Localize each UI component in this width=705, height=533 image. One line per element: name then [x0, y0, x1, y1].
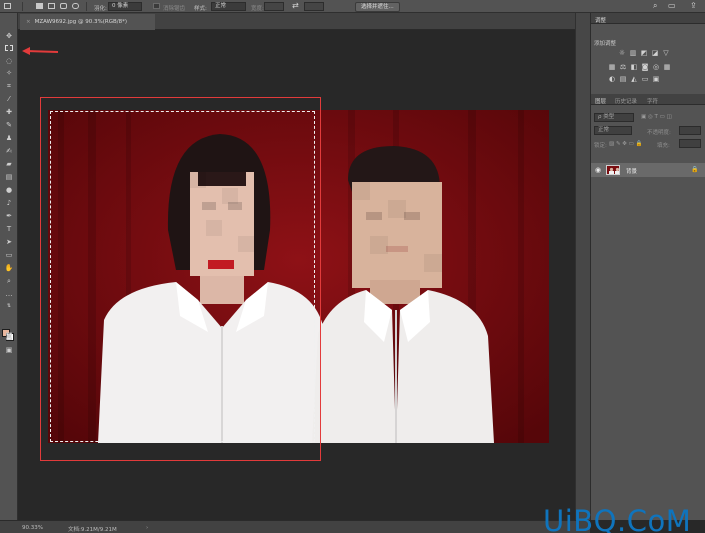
layers-panel-header: 图层 历史记录 字符	[591, 94, 705, 105]
invert-icon[interactable]: ◐	[608, 76, 616, 83]
history-brush-icon[interactable]: ✍	[3, 146, 15, 156]
style-label: 样式:	[194, 5, 207, 12]
posterize-icon[interactable]: ▤	[619, 76, 627, 83]
tab-character[interactable]: 字符	[647, 97, 658, 105]
feather-input[interactable]: 0 像素	[108, 2, 142, 11]
blend-mode-select[interactable]: 正常	[594, 126, 632, 135]
brush-tool-icon[interactable]: ✎	[3, 120, 15, 130]
color-lookup-icon[interactable]: ▦	[663, 64, 671, 71]
magic-wand-icon[interactable]: ✧	[3, 68, 15, 78]
blur-tool-icon[interactable]: ●	[3, 185, 15, 195]
new-selection-icon[interactable]	[36, 3, 43, 9]
search-icon[interactable]: ⌕	[653, 1, 657, 11]
layer-kind-filter[interactable]: ρ 类型	[594, 113, 634, 122]
tools-panel: ✥ ◌ ✧ ⌗ ⁄ ✚ ✎ ♟ ✍ ▰ ▤ ● ♪ ✒ T ➤ ▭ ✋ ⌕ … …	[0, 13, 18, 520]
dodge-tool-icon[interactable]: ♪	[3, 198, 15, 208]
more-tools-icon[interactable]: …	[3, 289, 15, 299]
curves-icon[interactable]: ◩	[640, 50, 648, 57]
zoom-level[interactable]: 90.33%	[22, 525, 43, 531]
hue-saturation-icon[interactable]: ▦	[608, 64, 616, 71]
divider	[22, 2, 23, 11]
add-adjustment-label: 添加调整	[594, 41, 617, 47]
width-input[interactable]	[264, 2, 284, 11]
document-tab-title: MZAW9692.jpg @ 90.3%(RGB/8*)	[34, 19, 127, 25]
type-tool-icon[interactable]: T	[3, 224, 15, 234]
zoom-tool-icon[interactable]: ⌕	[3, 276, 15, 286]
antialias-checkbox[interactable]	[153, 3, 160, 9]
opacity-input[interactable]	[679, 126, 701, 135]
eyedropper-icon[interactable]: ⁄	[3, 94, 15, 104]
lock-label: 锁定:	[594, 143, 607, 149]
layer-row-background[interactable]: ◉ 背景 🔒	[591, 163, 705, 177]
status-bar: 90.33% 文档:9.21M/9.21M ›	[0, 520, 590, 533]
adjustments-panel-header: 调整	[591, 13, 705, 24]
options-bar: 羽化: 0 像素 消除锯齿 样式: 正常 宽度: ⇄ 选择并遮住... ⌕ ▭ …	[0, 0, 705, 13]
layer-thumbnail	[606, 165, 620, 175]
lock-icons[interactable]: ▨ ✎ ✥ ▭ 🔒	[609, 141, 642, 147]
filter-icons[interactable]: ▣ ◎ T ▭ ◫	[641, 114, 672, 120]
fill-input[interactable]	[679, 139, 701, 148]
move-tool-icon[interactable]: ✥	[3, 31, 15, 41]
channel-mixer-icon[interactable]: ◎	[652, 64, 660, 71]
clone-stamp-icon[interactable]: ♟	[3, 133, 15, 143]
workspace-icon[interactable]: ▭	[668, 1, 676, 11]
intersect-selection-icon[interactable]	[72, 3, 79, 9]
marquee-tool-icon[interactable]	[3, 43, 15, 53]
height-input[interactable]	[304, 2, 324, 11]
document-tab[interactable]: × MZAW9692.jpg @ 90.3%(RGB/8*)	[20, 14, 155, 30]
tab-layers[interactable]: 图层	[595, 97, 606, 105]
swap-icon[interactable]: ⇄	[292, 1, 299, 11]
eraser-icon[interactable]: ▰	[3, 159, 15, 169]
levels-icon[interactable]: ▥	[629, 50, 637, 57]
right-panels: 调整 添加调整 ☼ ▥ ◩ ◪ ▽ ▦ ⚖ ◧ ◙ ◎ ▦ ◐ ▤ ◭ ▭ ▣ …	[590, 13, 705, 520]
fill-label: 填充:	[657, 143, 670, 149]
quick-mask-icon[interactable]: ◙	[3, 331, 15, 341]
rect-marquee-preset-icon[interactable]	[4, 3, 11, 9]
subtract-selection-icon[interactable]	[60, 3, 67, 9]
photo-filter-icon[interactable]: ◙	[641, 64, 649, 71]
collapsed-panel-strip	[575, 13, 590, 520]
exposure-icon[interactable]: ◪	[651, 50, 659, 57]
add-to-selection-icon[interactable]	[48, 3, 55, 9]
black-white-icon[interactable]: ◧	[630, 64, 638, 71]
vibrance-icon[interactable]: ▽	[662, 50, 670, 57]
layer-lock-icon: 🔒	[691, 166, 699, 173]
brightness-icon[interactable]: ☼	[618, 50, 626, 57]
tab-history[interactable]: 历史记录	[615, 97, 637, 105]
gradient-map-icon[interactable]: ▭	[641, 76, 649, 83]
gradient-tool-icon[interactable]: ▤	[3, 172, 15, 182]
threshold-icon[interactable]: ◭	[630, 76, 638, 83]
lasso-tool-icon[interactable]: ◌	[3, 56, 15, 66]
style-select[interactable]: 正常	[211, 2, 246, 11]
tab-adjustments[interactable]: 调整	[595, 16, 606, 24]
status-menu-arrow-icon[interactable]: ›	[146, 525, 148, 531]
annotation-arrow-icon	[22, 47, 59, 55]
document-tab-bar: × MZAW9692.jpg @ 90.3%(RGB/8*)	[18, 13, 590, 30]
document-size: 文档:9.21M/9.21M	[68, 526, 117, 533]
hand-tool-icon[interactable]: ✋	[3, 263, 15, 273]
visibility-eye-icon[interactable]: ◉	[595, 166, 601, 174]
color-balance-icon[interactable]: ⚖	[619, 64, 627, 71]
feather-label: 羽化:	[94, 5, 107, 12]
pen-tool-icon[interactable]: ✒	[3, 211, 15, 221]
opacity-label: 不透明度:	[647, 130, 671, 136]
layer-name: 背景	[626, 169, 638, 175]
crop-tool-icon[interactable]: ⌗	[3, 81, 15, 91]
watermark: UiBQ.CoM	[543, 504, 692, 533]
rectangle-tool-icon[interactable]: ▭	[3, 250, 15, 260]
share-icon[interactable]: ⇪	[690, 1, 697, 11]
divider	[86, 2, 87, 11]
selective-color-icon[interactable]: ▣	[652, 76, 660, 83]
select-and-mask-button[interactable]: 选择并遮住...	[355, 1, 400, 12]
swap-colors-icon[interactable]: ⇅	[3, 301, 15, 311]
width-label: 宽度:	[251, 5, 264, 12]
close-tab-icon[interactable]: ×	[26, 19, 31, 25]
antialias-label: 消除锯齿	[163, 5, 186, 12]
annotation-rectangle	[40, 97, 321, 461]
healing-brush-icon[interactable]: ✚	[3, 107, 15, 117]
path-select-icon[interactable]: ➤	[3, 237, 15, 247]
screen-mode-icon[interactable]: ▣	[3, 345, 15, 355]
